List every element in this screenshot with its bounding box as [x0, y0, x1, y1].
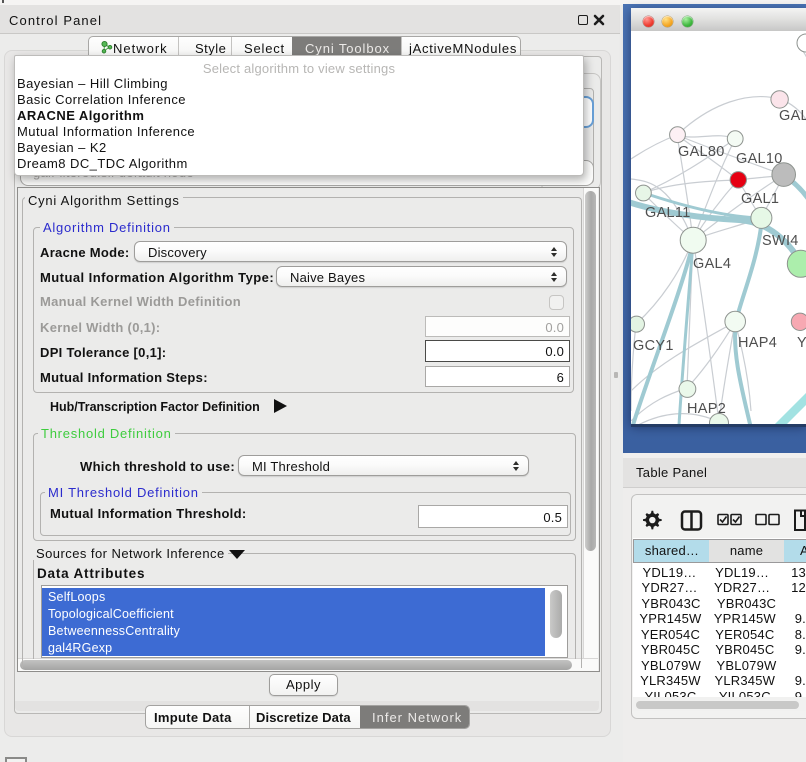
svg-text:GAL2: GAL2	[779, 108, 806, 124]
svg-text:GAL1: GAL1	[741, 191, 779, 207]
svg-text:GAL10: GAL10	[736, 151, 783, 167]
svg-text:SWI4: SWI4	[762, 233, 799, 249]
svg-text:GAL4: GAL4	[693, 256, 731, 272]
svg-text:GAL80: GAL80	[678, 144, 725, 160]
svg-text:GAL11: GAL11	[645, 205, 691, 221]
svg-text:HAP4: HAP4	[738, 335, 777, 351]
svg-text:Y: Y	[797, 335, 806, 351]
svg-text:HAP2: HAP2	[687, 401, 726, 417]
svg-text:GCY1: GCY1	[633, 338, 674, 354]
